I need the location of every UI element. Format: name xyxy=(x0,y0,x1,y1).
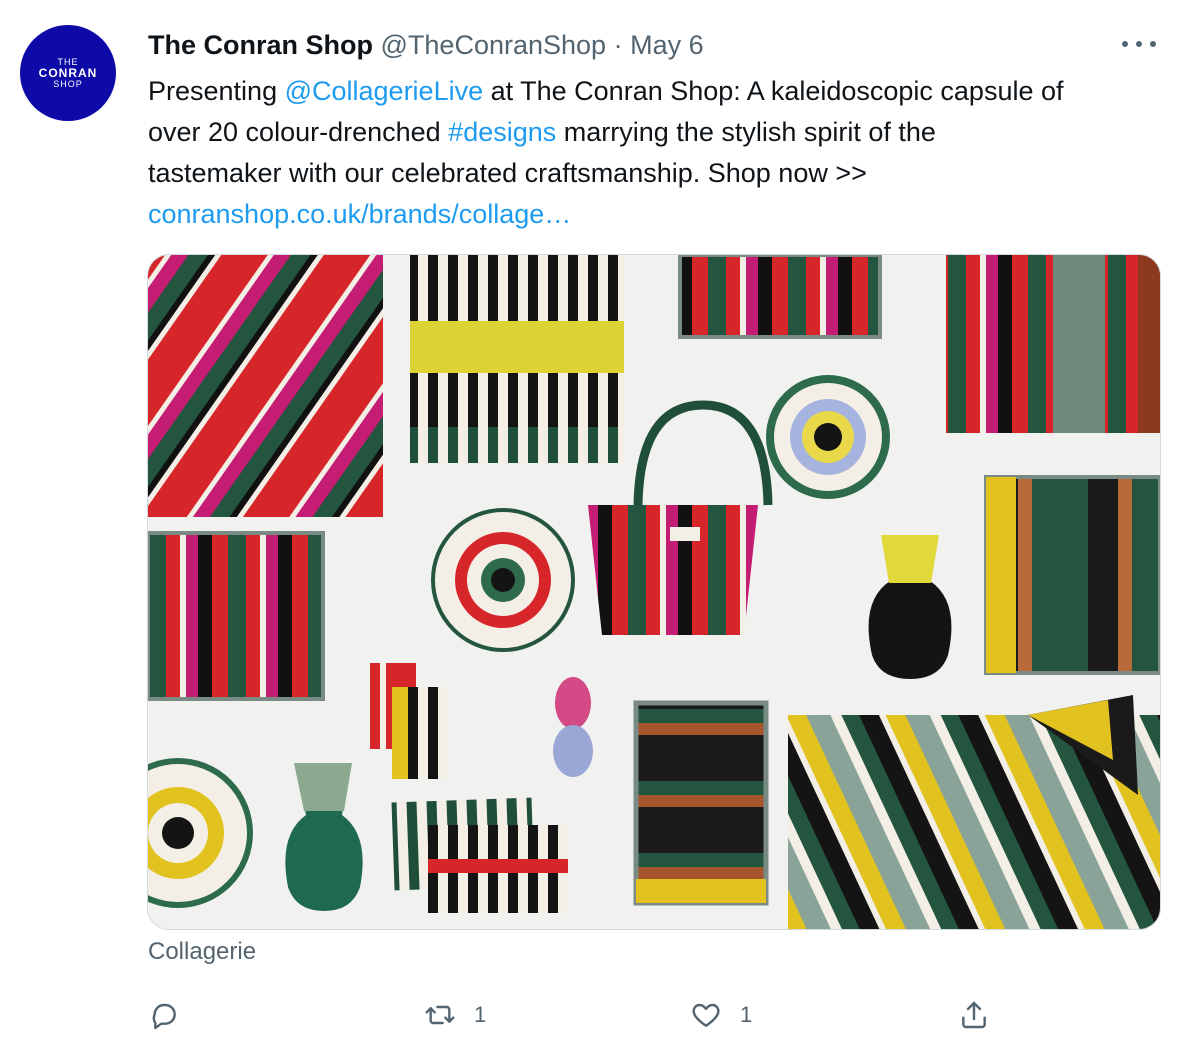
tweet-date[interactable]: May 6 xyxy=(630,30,704,60)
retweet-button[interactable]: 1 xyxy=(424,995,486,1035)
reply-button[interactable] xyxy=(148,995,198,1035)
tweet-text-segment: marrying the stylish spirit of the xyxy=(556,117,936,147)
tweet-line-1: Presenting @CollagerieLive at The Conran… xyxy=(148,71,1168,112)
display-name[interactable]: The Conran Shop xyxy=(148,30,373,60)
tweet-line-3: tastemaker with our celebrated craftsman… xyxy=(148,158,867,188)
url-link[interactable]: conranshop.co.uk/brands/collage… xyxy=(148,194,1168,235)
share-button[interactable] xyxy=(958,995,990,1035)
tweet-media-image[interactable] xyxy=(147,254,1161,930)
avatar-text-shop: SHOP xyxy=(53,79,83,89)
tweet-text: Presenting @CollagerieLive at The Conran… xyxy=(148,71,1168,235)
user-handle[interactable]: @TheConranShop xyxy=(381,30,607,60)
media-caption[interactable]: Collagerie xyxy=(148,938,256,966)
reply-icon xyxy=(152,1003,176,1030)
tweet-line-2: over 20 colour-drenched #designs marryin… xyxy=(148,112,1168,153)
tweet-text-segment: Presenting xyxy=(148,76,285,106)
header-separator: · xyxy=(613,30,623,60)
share-icon xyxy=(962,1001,986,1029)
like-count: 1 xyxy=(740,1002,753,1027)
avatar-text-conran: CONRAN xyxy=(38,66,98,80)
retweet-icon xyxy=(425,1005,455,1025)
tweet-action-bar: 1 1 xyxy=(0,995,1188,1035)
like-button[interactable]: 1 xyxy=(690,995,752,1035)
retweet-count: 1 xyxy=(474,1002,487,1027)
hashtag-link[interactable]: #designs xyxy=(448,117,556,147)
tweet-text-segment: at The Conran Shop: A kaleidoscopic caps… xyxy=(483,76,1064,106)
avatar[interactable]: THE CONRAN SHOP xyxy=(20,25,116,121)
heart-icon xyxy=(692,1003,720,1027)
tweet-header: The Conran Shop @TheConranShop · May 6 xyxy=(148,27,704,63)
mention-link[interactable]: @CollagerieLive xyxy=(285,76,484,106)
more-dots-icon[interactable] xyxy=(1122,30,1156,58)
tweet-text-segment: over 20 colour-drenched xyxy=(148,117,449,147)
